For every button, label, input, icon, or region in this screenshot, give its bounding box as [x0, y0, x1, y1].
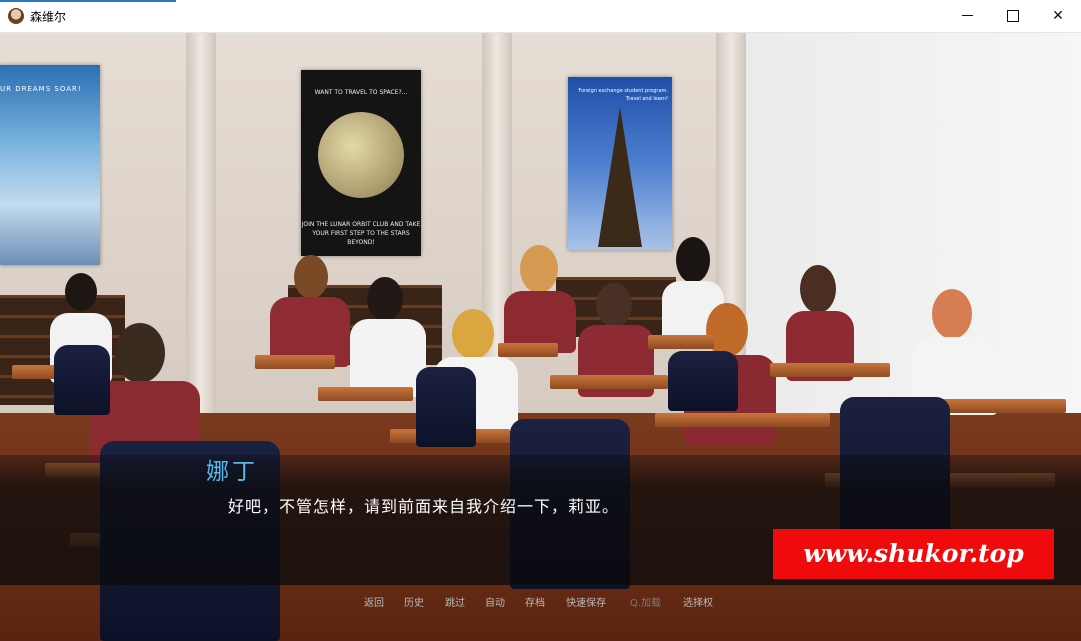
minimize-button[interactable]	[944, 0, 990, 32]
school-desk	[770, 363, 890, 377]
quick-menu-save[interactable]: 存档	[525, 594, 545, 609]
quick-menu-preferences[interactable]: 选择权	[683, 594, 713, 609]
school-desk	[550, 375, 668, 389]
quick-menu-quickload[interactable]: Q.加载	[630, 594, 661, 609]
student-figure	[500, 245, 580, 355]
titlebar-accent	[0, 0, 176, 2]
school-desk	[318, 387, 413, 401]
quick-menu-history[interactable]: 历史	[404, 594, 424, 609]
poster-exchange-program: Foreign exchange student program. Travel…	[568, 77, 672, 250]
watermark-banner: www.shukor.top	[773, 529, 1054, 579]
quick-menu-auto[interactable]: 自动	[485, 594, 505, 609]
student-chair	[416, 367, 476, 447]
speaker-name: 娜丁	[206, 459, 258, 485]
student-chair	[668, 351, 738, 411]
school-desk	[255, 355, 335, 369]
poster-text: WANT TO TRAVEL TO SPACE?...	[314, 89, 408, 96]
quick-menu-quicksave[interactable]: 快速保存	[566, 594, 606, 609]
school-desk	[498, 343, 558, 357]
quick-menu-skip[interactable]: 跳过	[445, 594, 465, 609]
student-chair	[54, 345, 110, 415]
portrait-icon	[8, 8, 24, 24]
poster-text: UR DREAMS SOAR!	[0, 85, 82, 93]
close-button[interactable]: ✕	[1035, 0, 1081, 32]
poster-text: Foreign exchange student program. Travel…	[578, 88, 668, 102]
school-desk	[655, 413, 830, 427]
window-titlebar: 森维尔 ✕	[0, 0, 1081, 33]
dialogue-text: 好吧，不管怎样，请到前面来自我介绍一下，莉亚。	[228, 497, 620, 516]
poster-text: JOIN THE LUNAR ORBIT CLUB AND TAKE YOUR …	[301, 221, 421, 246]
moon-image	[318, 112, 404, 198]
poster-dreams: UR DREAMS SOAR!	[0, 65, 100, 265]
window-title: 森维尔	[30, 10, 67, 24]
quick-menu-back[interactable]: 返回	[364, 594, 384, 609]
maximize-icon	[1007, 10, 1019, 22]
maximize-button[interactable]	[990, 0, 1036, 32]
school-desk	[648, 335, 714, 349]
quick-menu: 返回 历史 跳过 自动 存档 快速保存 Q.加载 选择权	[0, 593, 1081, 609]
eiffel-tower-image	[598, 107, 642, 247]
minimize-icon	[962, 15, 973, 16]
close-icon: ✕	[1052, 8, 1064, 24]
poster-lunar-club: WANT TO TRAVEL TO SPACE?... JOIN THE LUN…	[301, 70, 421, 256]
